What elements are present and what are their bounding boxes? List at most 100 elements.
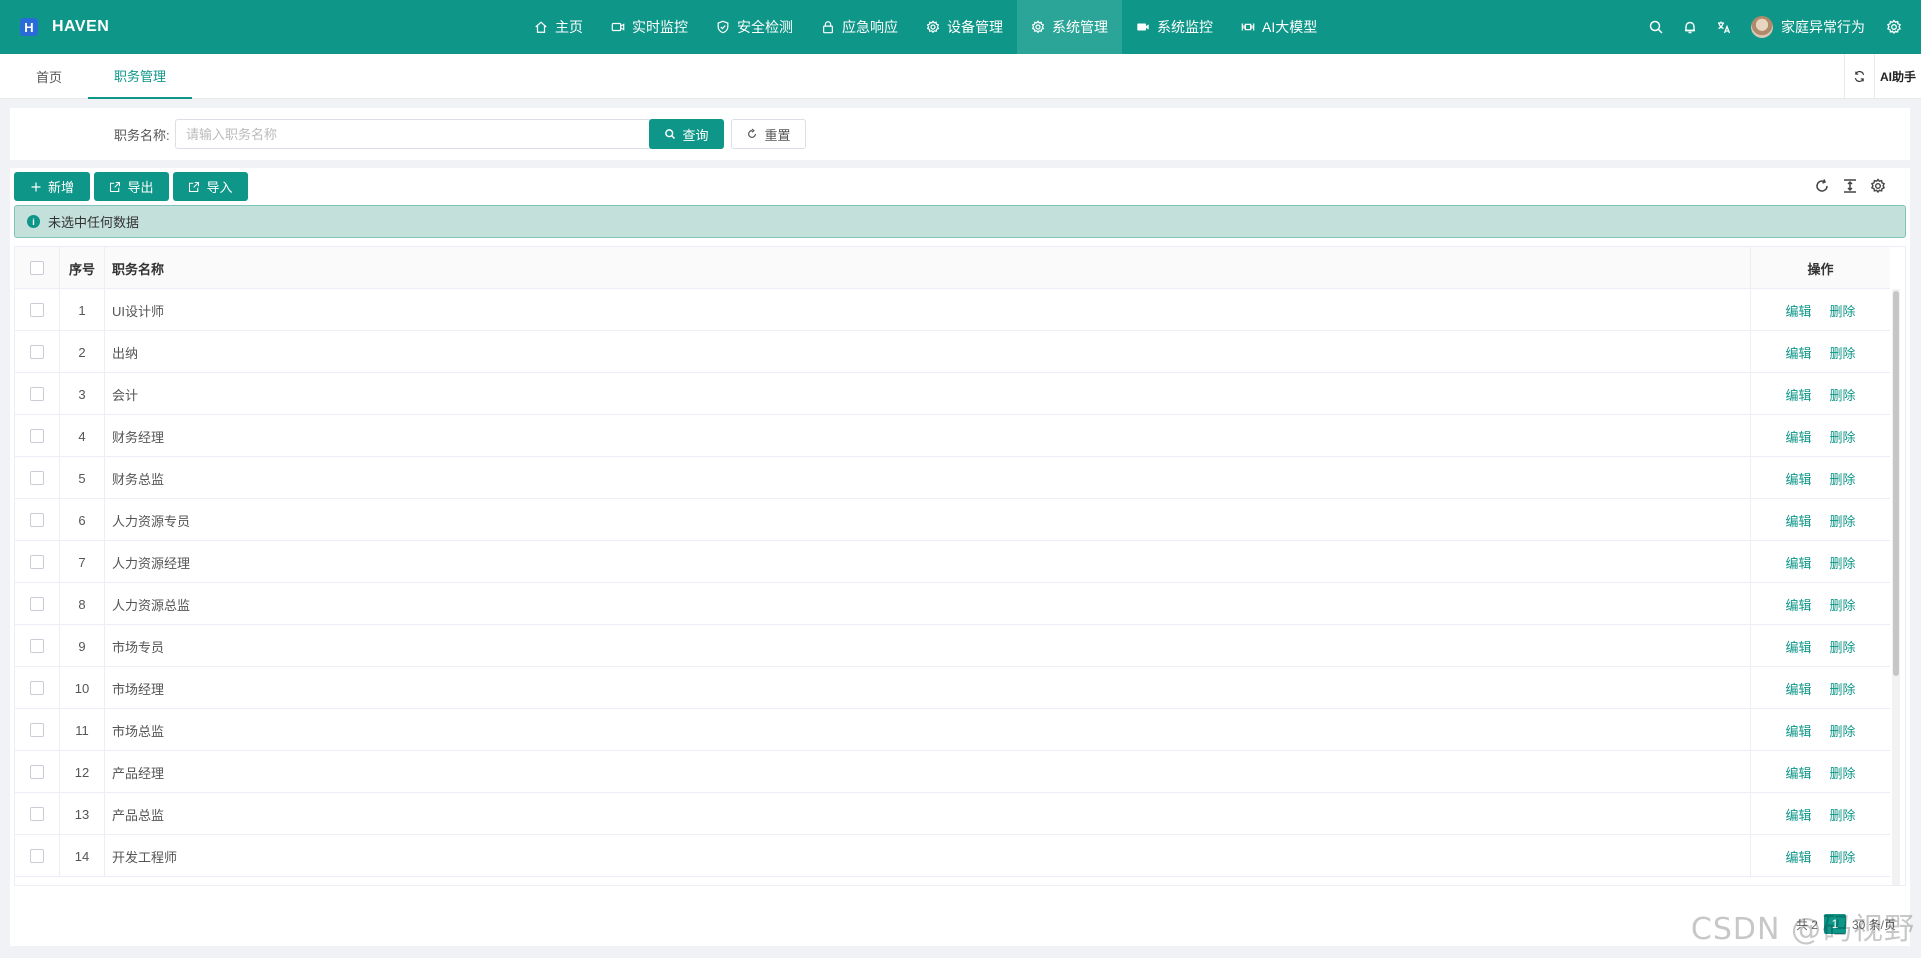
edit-button[interactable]: 编辑 bbox=[1785, 469, 1811, 488]
edit-button[interactable]: 编辑 bbox=[1785, 763, 1811, 782]
delete-button[interactable]: 删除 bbox=[1830, 385, 1856, 404]
settings-icon[interactable] bbox=[1886, 19, 1902, 35]
edit-button[interactable]: 编辑 bbox=[1785, 595, 1811, 614]
row-index: 8 bbox=[60, 583, 105, 625]
search-icon[interactable] bbox=[1648, 19, 1664, 35]
column-header-name[interactable]: 职务名称 bbox=[105, 247, 1751, 289]
table-row: 6 人力资源专员 编辑 删除 bbox=[15, 499, 1890, 541]
delete-button[interactable]: 删除 bbox=[1830, 805, 1856, 824]
header-select-cell bbox=[15, 247, 60, 289]
select-all-checkbox[interactable] bbox=[30, 261, 44, 275]
row-checkbox[interactable] bbox=[30, 765, 44, 779]
delete-button[interactable]: 删除 bbox=[1830, 511, 1856, 530]
row-select-cell bbox=[15, 499, 60, 541]
delete-button[interactable]: 删除 bbox=[1830, 847, 1856, 866]
row-checkbox[interactable] bbox=[30, 387, 44, 401]
density-icon[interactable] bbox=[1842, 178, 1858, 194]
row-select-cell bbox=[15, 457, 60, 499]
position-name-input[interactable] bbox=[175, 119, 652, 149]
nav-item-system-management[interactable]: 系统管理 bbox=[1017, 0, 1122, 54]
delete-button[interactable]: 删除 bbox=[1830, 469, 1856, 488]
edit-button[interactable]: 编辑 bbox=[1785, 301, 1811, 320]
column-header-index[interactable]: 序号 bbox=[60, 247, 105, 289]
edit-button[interactable]: 编辑 bbox=[1785, 427, 1811, 446]
nav-item-label: 主页 bbox=[555, 19, 583, 35]
export-button[interactable]: 导出 bbox=[94, 172, 169, 201]
ai-assistant-button[interactable]: AI助手 bbox=[1874, 54, 1921, 99]
nav-item-label: AI大模型 bbox=[1262, 19, 1318, 35]
query-button[interactable]: 查询 bbox=[649, 119, 724, 149]
nav-item-label: 实时监控 bbox=[632, 19, 688, 35]
row-checkbox[interactable] bbox=[30, 471, 44, 485]
row-select-cell bbox=[15, 625, 60, 667]
camera-icon bbox=[1136, 20, 1150, 34]
edit-button[interactable]: 编辑 bbox=[1785, 721, 1811, 740]
add-button[interactable]: 新增 bbox=[14, 172, 90, 201]
row-checkbox[interactable] bbox=[30, 303, 44, 317]
row-checkbox[interactable] bbox=[30, 513, 44, 527]
nav-item-device-management[interactable]: 设备管理 bbox=[912, 0, 1017, 54]
row-index: 7 bbox=[60, 541, 105, 583]
row-index: 4 bbox=[60, 415, 105, 457]
nav-item-system-monitor[interactable]: 系统监控 bbox=[1122, 0, 1227, 54]
column-settings-icon[interactable] bbox=[1870, 178, 1886, 194]
table-row: 12 产品经理 编辑 删除 bbox=[15, 751, 1890, 793]
table-row: 14 开发工程师 编辑 删除 bbox=[15, 835, 1890, 877]
row-actions: 编辑 删除 bbox=[1751, 835, 1890, 877]
import-button[interactable]: 导入 bbox=[173, 172, 248, 201]
edit-button[interactable]: 编辑 bbox=[1785, 847, 1811, 866]
nav-item-emergency[interactable]: 应急响应 bbox=[807, 0, 912, 54]
delete-button[interactable]: 删除 bbox=[1830, 637, 1856, 656]
row-checkbox[interactable] bbox=[30, 429, 44, 443]
nav-item-realtime-monitor[interactable]: 实时监控 bbox=[597, 0, 702, 54]
translate-icon[interactable] bbox=[1716, 19, 1732, 35]
edit-button[interactable]: 编辑 bbox=[1785, 385, 1811, 404]
nav-item-home[interactable]: 主页 bbox=[520, 0, 597, 54]
row-index: 9 bbox=[60, 625, 105, 667]
refresh-icon[interactable] bbox=[1814, 178, 1830, 194]
delete-button[interactable]: 删除 bbox=[1830, 721, 1856, 740]
delete-button[interactable]: 删除 bbox=[1830, 427, 1856, 446]
username[interactable]: 家庭异常行为 bbox=[1781, 17, 1865, 37]
delete-button[interactable]: 删除 bbox=[1830, 553, 1856, 572]
edit-button[interactable]: 编辑 bbox=[1785, 805, 1811, 824]
reset-button[interactable]: 重置 bbox=[731, 119, 806, 149]
page-size-select[interactable]: 30 条/页 bbox=[1852, 916, 1896, 933]
row-checkbox[interactable] bbox=[30, 597, 44, 611]
row-actions: 编辑 删除 bbox=[1751, 751, 1890, 793]
delete-button[interactable]: 删除 bbox=[1830, 343, 1856, 362]
row-select-cell bbox=[15, 751, 60, 793]
row-checkbox[interactable] bbox=[30, 345, 44, 359]
edit-button[interactable]: 编辑 bbox=[1785, 637, 1811, 656]
page-number-current[interactable]: 1 bbox=[1823, 914, 1846, 934]
table-scroll-thumb[interactable] bbox=[1893, 291, 1899, 676]
tab-home[interactable]: 首页 bbox=[36, 54, 62, 99]
avatar[interactable] bbox=[1751, 16, 1773, 38]
brand[interactable]: H HAVEN bbox=[0, 18, 240, 36]
row-actions: 编辑 删除 bbox=[1751, 583, 1890, 625]
edit-button[interactable]: 编辑 bbox=[1785, 553, 1811, 572]
row-checkbox[interactable] bbox=[30, 807, 44, 821]
row-index: 6 bbox=[60, 499, 105, 541]
nav-item-security-check[interactable]: 安全检测 bbox=[702, 0, 807, 54]
row-checkbox[interactable] bbox=[30, 849, 44, 863]
edit-button[interactable]: 编辑 bbox=[1785, 343, 1811, 362]
row-checkbox[interactable] bbox=[30, 555, 44, 569]
delete-button[interactable]: 删除 bbox=[1830, 595, 1856, 614]
tabs-refresh-button[interactable] bbox=[1844, 54, 1874, 99]
table-scrollbar[interactable] bbox=[1892, 289, 1900, 885]
delete-button[interactable]: 删除 bbox=[1830, 679, 1856, 698]
tab-position-management[interactable]: 职务管理 bbox=[88, 54, 192, 99]
edit-button[interactable]: 编辑 bbox=[1785, 679, 1811, 698]
search-label: 职务名称: bbox=[114, 127, 170, 143]
nav-item-ai-model[interactable]: AI大模型 bbox=[1227, 0, 1331, 54]
row-checkbox[interactable] bbox=[30, 681, 44, 695]
bell-icon[interactable] bbox=[1682, 19, 1698, 35]
delete-button[interactable]: 删除 bbox=[1830, 763, 1856, 782]
row-select-cell bbox=[15, 289, 60, 331]
row-checkbox[interactable] bbox=[30, 723, 44, 737]
row-checkbox[interactable] bbox=[30, 639, 44, 653]
delete-button[interactable]: 删除 bbox=[1830, 301, 1856, 320]
edit-button[interactable]: 编辑 bbox=[1785, 511, 1811, 530]
row-select-cell bbox=[15, 415, 60, 457]
